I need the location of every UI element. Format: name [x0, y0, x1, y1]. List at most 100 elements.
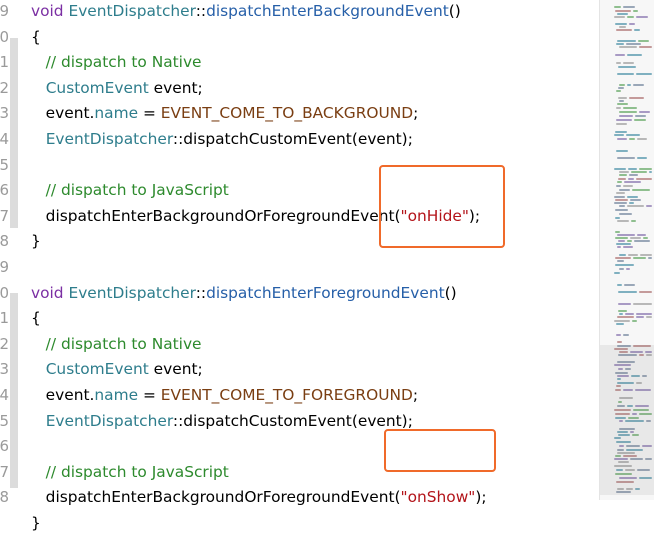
- minimap-line: [617, 260, 624, 262]
- code-token: dispatchEnterForegroundEvent: [206, 283, 445, 302]
- minimap-line: [614, 202, 627, 204]
- minimap-line: [617, 181, 622, 183]
- minimap-line: [637, 234, 646, 236]
- minimap-line: [634, 119, 646, 121]
- code-line[interactable]: {: [31, 306, 41, 332]
- minimap-line: [623, 185, 633, 187]
- minimap-viewport-slider[interactable]: [600, 345, 654, 495]
- minimap-line: [629, 23, 635, 25]
- minimap-line: [618, 178, 626, 180]
- minimap-line: [646, 205, 652, 207]
- minimap-line: [617, 157, 635, 159]
- minimap-line: [637, 138, 647, 140]
- minimap-line: [617, 234, 635, 236]
- minimap-line: [619, 171, 629, 173]
- code-line[interactable]: }: [31, 229, 41, 255]
- code-token: dispatchEnterBackgroundOrForegroundEvent…: [31, 206, 401, 225]
- code-line[interactable]: // dispatch to Native: [31, 332, 202, 358]
- code-line[interactable]: EventDispatcher::dispatchCustomEvent(eve…: [31, 409, 413, 435]
- minimap-line: [636, 313, 652, 315]
- minimap-line: [617, 13, 628, 15]
- line-number: 0: [0, 27, 9, 46]
- code-line[interactable]: {: [31, 25, 41, 51]
- code-line[interactable]: event.name = EVENT_COME_TO_FOREGROUND;: [31, 383, 418, 409]
- minimap-line: [637, 157, 647, 159]
- code-line[interactable]: dispatchEnterBackgroundOrForegroundEvent…: [31, 485, 487, 511]
- minimap-line: [628, 178, 634, 180]
- code-token: ::dispatchCustomEvent(event);: [172, 411, 413, 430]
- minimap-line: [615, 237, 628, 239]
- fold-region-bar[interactable]: [10, 293, 18, 488]
- code-line[interactable]: // dispatch to JavaScript: [31, 460, 229, 486]
- minimap-line: [617, 246, 621, 248]
- minimap-line: [629, 174, 638, 176]
- code-line[interactable]: // dispatch to Native: [31, 50, 202, 76]
- minimap-line: [618, 97, 627, 99]
- minimap-line: [616, 43, 624, 45]
- code-token: EventDispatcher: [45, 130, 173, 148]
- minimap-line: [649, 171, 652, 173]
- code-token: name: [94, 104, 139, 123]
- minimap-line: [635, 115, 646, 117]
- code-token: EventDispatcher: [68, 283, 196, 302]
- minimap-line: [623, 6, 635, 8]
- minimap-line: [629, 138, 635, 140]
- minimap-line: [617, 341, 622, 343]
- code-line[interactable]: CustomEvent event;: [31, 76, 203, 102]
- minimap-line: [629, 202, 634, 204]
- minimap-line: [614, 134, 624, 136]
- minimap-line: [618, 310, 627, 312]
- minimap-line: [618, 303, 631, 305]
- code-line[interactable]: void EventDispatcher::dispatchEnterForeg…: [31, 281, 457, 307]
- minimap-line: [614, 272, 620, 274]
- code-line[interactable]: void EventDispatcher::dispatchEnterBackg…: [31, 0, 461, 25]
- code-line[interactable]: }: [31, 511, 41, 537]
- minimap-line: [628, 168, 637, 170]
- minimap-line: [619, 100, 624, 102]
- minimap-line: [626, 134, 640, 136]
- code-token: (): [444, 283, 457, 302]
- minimap-line: [624, 181, 641, 183]
- minimap-line: [615, 257, 631, 259]
- minimap-line: [616, 334, 621, 336]
- code-token: EventDispatcher: [68, 2, 196, 20]
- line-number: 4: [0, 130, 9, 148]
- line-number: 6: [0, 181, 9, 200]
- minimap-line: [634, 29, 640, 31]
- minimap-line: [638, 40, 649, 42]
- minimap-line: [616, 119, 632, 121]
- code-token: event;: [148, 360, 203, 379]
- minimap-line: [614, 320, 630, 322]
- code-line[interactable]: event.name = EVENT_COME_TO_BACKGROUND;: [31, 101, 419, 127]
- minimap-line: [615, 264, 634, 266]
- minimap-line: [636, 73, 652, 75]
- minimap-line: [627, 16, 634, 18]
- minimap-line: [616, 123, 627, 125]
- code-line[interactable]: EventDispatcher::dispatchCustomEvent(eve…: [31, 127, 413, 153]
- line-number: 1: [0, 53, 9, 72]
- minimap-line: [627, 54, 642, 56]
- minimap-line: [617, 73, 634, 75]
- minimap-line: [633, 84, 644, 86]
- minimap-line: [614, 168, 626, 170]
- minimap-line: [636, 16, 648, 18]
- code-line[interactable]: CustomEvent event;: [31, 357, 203, 383]
- minimap-line: [632, 189, 650, 191]
- code-token: }: [31, 514, 41, 532]
- minimap-line: [626, 43, 641, 45]
- minimap-line: [619, 268, 624, 270]
- minimap-line: [614, 6, 621, 8]
- code-token: dispatchEnterBackgroundOrForegroundEvent…: [31, 488, 401, 507]
- minimap-line: [616, 323, 624, 325]
- minimap-line: [615, 217, 620, 219]
- fold-region-bar[interactable]: [10, 38, 18, 228]
- code-line[interactable]: // dispatch to JavaScript: [31, 178, 229, 204]
- minimap-line: [626, 268, 630, 270]
- minimap-line: [615, 199, 628, 201]
- minimap-line: [633, 257, 646, 259]
- minimap-line: [648, 257, 652, 259]
- minimap-line: [633, 303, 652, 305]
- line-number: 3: [0, 360, 9, 379]
- minimap-line: [634, 240, 650, 242]
